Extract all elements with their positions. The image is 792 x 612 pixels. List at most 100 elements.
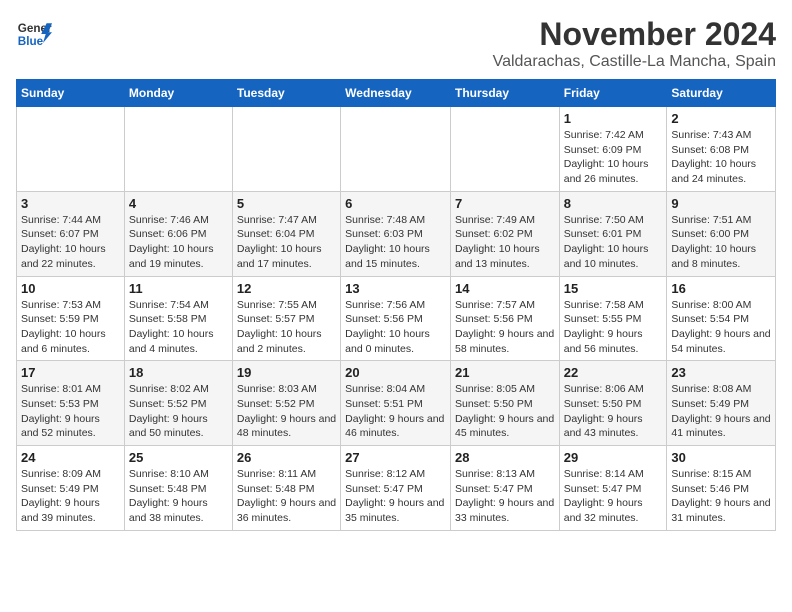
calendar-cell: 5 Sunrise: 7:47 AM Sunset: 6:04 PM Daylig… xyxy=(232,191,340,276)
calendar-cell: 24 Sunrise: 8:09 AM Sunset: 5:49 PM Dayli… xyxy=(17,446,125,531)
day-number: 17 xyxy=(21,365,120,380)
day-number: 16 xyxy=(671,281,771,296)
weekday-header: Friday xyxy=(559,80,667,107)
day-number: 7 xyxy=(455,196,555,211)
calendar-cell: 8 Sunrise: 7:50 AM Sunset: 6:01 PM Daylig… xyxy=(559,191,667,276)
day-info: Sunrise: 7:44 AM Sunset: 6:07 PM Dayligh… xyxy=(21,213,120,272)
day-number: 6 xyxy=(345,196,446,211)
calendar-cell: 26Sunrise: 8:11 AM Sunset: 5:48 PM Dayli… xyxy=(232,446,340,531)
day-number: 23 xyxy=(671,365,771,380)
month-title: November 2024 xyxy=(493,16,776,53)
day-number: 26 xyxy=(237,450,336,465)
day-info: Sunrise: 8:10 AM Sunset: 5:48 PM Dayligh… xyxy=(129,467,228,526)
calendar-cell: 10 Sunrise: 7:53 AM Sunset: 5:59 PM Dayli… xyxy=(17,276,125,361)
svg-text:Blue: Blue xyxy=(18,35,44,48)
calendar-cell: 12Sunrise: 7:55 AM Sunset: 5:57 PM Dayli… xyxy=(232,276,340,361)
calendar-cell: 2 Sunrise: 7:43 AM Sunset: 6:08 PM Daylig… xyxy=(667,107,776,192)
day-number: 29 xyxy=(564,450,663,465)
day-info: Sunrise: 8:04 AM Sunset: 5:51 PM Dayligh… xyxy=(345,382,446,441)
calendar-cell: 18Sunrise: 8:02 AM Sunset: 5:52 PM Dayli… xyxy=(124,361,232,446)
calendar-cell: 4 Sunrise: 7:46 AM Sunset: 6:06 PM Daylig… xyxy=(124,191,232,276)
day-info: Sunrise: 7:49 AM Sunset: 6:02 PM Dayligh… xyxy=(455,213,555,272)
calendar-cell: 14Sunrise: 7:57 AM Sunset: 5:56 PM Dayli… xyxy=(450,276,559,361)
logo: General Blue xyxy=(16,16,52,52)
calendar-cell: 11 Sunrise: 7:54 AM Sunset: 5:58 PM Dayli… xyxy=(124,276,232,361)
day-info: Sunrise: 7:55 AM Sunset: 5:57 PM Dayligh… xyxy=(237,298,336,357)
calendar-cell xyxy=(341,107,451,192)
calendar-cell: 21 Sunrise: 8:05 AM Sunset: 5:50 PM Dayli… xyxy=(450,361,559,446)
calendar-cell: 13 Sunrise: 7:56 AM Sunset: 5:56 PM Dayli… xyxy=(341,276,451,361)
calendar-cell: 3 Sunrise: 7:44 AM Sunset: 6:07 PM Daylig… xyxy=(17,191,125,276)
day-info: Sunrise: 7:57 AM Sunset: 5:56 PM Dayligh… xyxy=(455,298,555,357)
day-info: Sunrise: 8:06 AM Sunset: 5:50 PM Dayligh… xyxy=(564,382,663,441)
day-number: 4 xyxy=(129,196,228,211)
weekday-header: Tuesday xyxy=(232,80,340,107)
calendar-cell: 16 Sunrise: 8:00 AM Sunset: 5:54 PM Dayli… xyxy=(667,276,776,361)
day-info: Sunrise: 8:08 AM Sunset: 5:49 PM Dayligh… xyxy=(671,382,771,441)
day-info: Sunrise: 7:56 AM Sunset: 5:56 PM Dayligh… xyxy=(345,298,446,357)
day-info: Sunrise: 7:46 AM Sunset: 6:06 PM Dayligh… xyxy=(129,213,228,272)
calendar-cell: 6 Sunrise: 7:48 AM Sunset: 6:03 PM Daylig… xyxy=(341,191,451,276)
calendar-week-row: 1 Sunrise: 7:42 AM Sunset: 6:09 PM Daylig… xyxy=(17,107,776,192)
logo-icon: General Blue xyxy=(16,16,52,52)
day-number: 8 xyxy=(564,196,663,211)
day-info: Sunrise: 7:54 AM Sunset: 5:58 PM Dayligh… xyxy=(129,298,228,357)
day-info: Sunrise: 8:14 AM Sunset: 5:47 PM Dayligh… xyxy=(564,467,663,526)
calendar-cell: 7 Sunrise: 7:49 AM Sunset: 6:02 PM Daylig… xyxy=(450,191,559,276)
calendar-table: SundayMondayTuesdayWednesdayThursdayFrid… xyxy=(16,79,776,531)
day-number: 11 xyxy=(129,281,228,296)
title-block: November 2024 Valdarachas, Castille-La M… xyxy=(493,16,776,71)
calendar-cell xyxy=(17,107,125,192)
day-info: Sunrise: 7:42 AM Sunset: 6:09 PM Dayligh… xyxy=(564,128,663,187)
day-number: 27 xyxy=(345,450,446,465)
calendar-cell: 23 Sunrise: 8:08 AM Sunset: 5:49 PM Dayli… xyxy=(667,361,776,446)
calendar-cell: 30 Sunrise: 8:15 AM Sunset: 5:46 PM Dayli… xyxy=(667,446,776,531)
day-info: Sunrise: 7:48 AM Sunset: 6:03 PM Dayligh… xyxy=(345,213,446,272)
calendar-body: 1 Sunrise: 7:42 AM Sunset: 6:09 PM Daylig… xyxy=(17,107,776,531)
calendar-week-row: 3 Sunrise: 7:44 AM Sunset: 6:07 PM Daylig… xyxy=(17,191,776,276)
day-info: Sunrise: 8:00 AM Sunset: 5:54 PM Dayligh… xyxy=(671,298,771,357)
page-header: General Blue November 2024 Valdarachas, … xyxy=(16,16,776,71)
calendar-cell: 29 Sunrise: 8:14 AM Sunset: 5:47 PM Dayli… xyxy=(559,446,667,531)
day-number: 30 xyxy=(671,450,771,465)
calendar-cell xyxy=(124,107,232,192)
calendar-cell: 28Sunrise: 8:13 AM Sunset: 5:47 PM Dayli… xyxy=(450,446,559,531)
day-info: Sunrise: 7:53 AM Sunset: 5:59 PM Dayligh… xyxy=(21,298,120,357)
weekday-header: Sunday xyxy=(17,80,125,107)
day-number: 24 xyxy=(21,450,120,465)
day-info: Sunrise: 8:05 AM Sunset: 5:50 PM Dayligh… xyxy=(455,382,555,441)
day-info: Sunrise: 8:09 AM Sunset: 5:49 PM Dayligh… xyxy=(21,467,120,526)
calendar-week-row: 24 Sunrise: 8:09 AM Sunset: 5:49 PM Dayli… xyxy=(17,446,776,531)
day-info: Sunrise: 7:50 AM Sunset: 6:01 PM Dayligh… xyxy=(564,213,663,272)
day-info: Sunrise: 8:03 AM Sunset: 5:52 PM Dayligh… xyxy=(237,382,336,441)
weekday-header: Saturday xyxy=(667,80,776,107)
day-info: Sunrise: 8:13 AM Sunset: 5:47 PM Dayligh… xyxy=(455,467,555,526)
day-info: Sunrise: 7:43 AM Sunset: 6:08 PM Dayligh… xyxy=(671,128,771,187)
day-number: 25 xyxy=(129,450,228,465)
calendar-week-row: 10 Sunrise: 7:53 AM Sunset: 5:59 PM Dayli… xyxy=(17,276,776,361)
day-number: 5 xyxy=(237,196,336,211)
day-info: Sunrise: 7:47 AM Sunset: 6:04 PM Dayligh… xyxy=(237,213,336,272)
calendar-cell: 19Sunrise: 8:03 AM Sunset: 5:52 PM Dayli… xyxy=(232,361,340,446)
calendar-cell: 27 Sunrise: 8:12 AM Sunset: 5:47 PM Dayli… xyxy=(341,446,451,531)
day-number: 2 xyxy=(671,111,771,126)
calendar-cell: 22Sunrise: 8:06 AM Sunset: 5:50 PM Dayli… xyxy=(559,361,667,446)
day-info: Sunrise: 8:12 AM Sunset: 5:47 PM Dayligh… xyxy=(345,467,446,526)
day-number: 10 xyxy=(21,281,120,296)
day-number: 3 xyxy=(21,196,120,211)
day-number: 9 xyxy=(671,196,771,211)
calendar-header-row: SundayMondayTuesdayWednesdayThursdayFrid… xyxy=(17,80,776,107)
calendar-cell: 17Sunrise: 8:01 AM Sunset: 5:53 PM Dayli… xyxy=(17,361,125,446)
day-number: 21 xyxy=(455,365,555,380)
calendar-cell: 1 Sunrise: 7:42 AM Sunset: 6:09 PM Daylig… xyxy=(559,107,667,192)
day-number: 15 xyxy=(564,281,663,296)
weekday-header: Wednesday xyxy=(341,80,451,107)
day-number: 13 xyxy=(345,281,446,296)
calendar-cell: 9 Sunrise: 7:51 AM Sunset: 6:00 PM Daylig… xyxy=(667,191,776,276)
day-info: Sunrise: 8:15 AM Sunset: 5:46 PM Dayligh… xyxy=(671,467,771,526)
calendar-cell: 15Sunrise: 7:58 AM Sunset: 5:55 PM Dayli… xyxy=(559,276,667,361)
day-info: Sunrise: 7:51 AM Sunset: 6:00 PM Dayligh… xyxy=(671,213,771,272)
calendar-week-row: 17Sunrise: 8:01 AM Sunset: 5:53 PM Dayli… xyxy=(17,361,776,446)
day-number: 1 xyxy=(564,111,663,126)
location-subtitle: Valdarachas, Castille-La Mancha, Spain xyxy=(493,53,776,71)
